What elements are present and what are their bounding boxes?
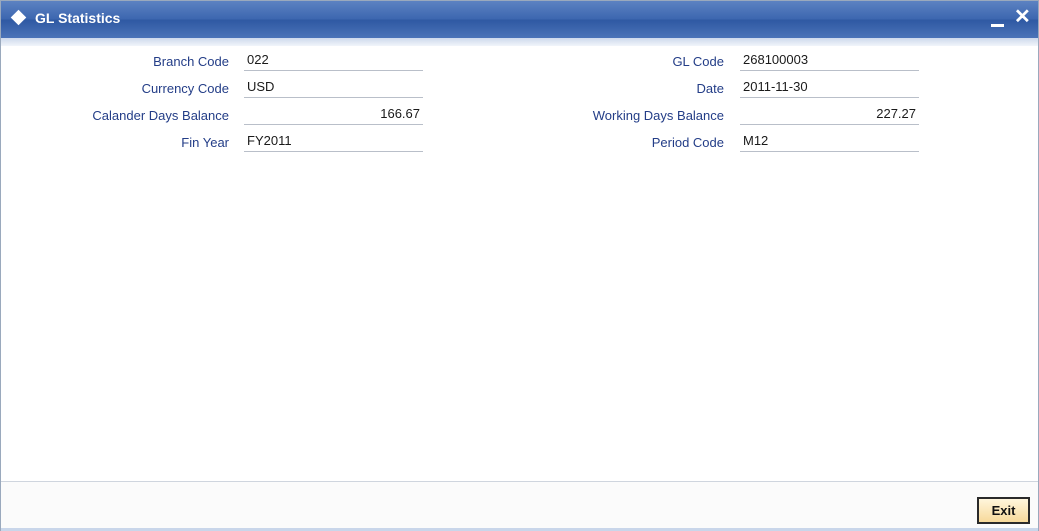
gl-code-label: GL Code — [672, 54, 724, 69]
minimize-button[interactable] — [991, 5, 1005, 29]
gl-statistics-window: GL Statistics ✕ Branch Code 022 Currency… — [0, 0, 1039, 531]
working-days-balance-label: Working Days Balance — [592, 108, 724, 123]
branch-code-label: Branch Code — [153, 54, 229, 69]
calendar-days-balance-label: Calander Days Balance — [92, 108, 229, 123]
working-days-balance-field[interactable]: 227.27 — [740, 105, 919, 125]
window-title: GL Statistics — [35, 10, 121, 26]
diamond-icon — [10, 9, 27, 26]
titlebar-shadow-strip — [1, 38, 1038, 46]
period-code-field[interactable]: M12 — [740, 132, 919, 152]
currency-code-field[interactable]: USD — [244, 78, 423, 98]
gl-code-field[interactable]: 268100003 — [740, 51, 919, 71]
close-button[interactable]: ✕ — [1014, 5, 1031, 29]
calendar-days-balance-field[interactable]: 166.67 — [244, 105, 423, 125]
date-label: Date — [696, 81, 724, 96]
exit-button[interactable]: Exit — [977, 497, 1030, 524]
branch-code-field[interactable]: 022 — [244, 51, 423, 71]
fin-year-field[interactable]: FY2011 — [244, 132, 423, 152]
currency-code-label: Currency Code — [141, 81, 229, 96]
date-field[interactable]: 2011-11-30 — [740, 78, 919, 98]
window-titlebar[interactable]: GL Statistics ✕ — [1, 1, 1038, 38]
minimize-icon — [991, 24, 1004, 27]
fin-year-label: Fin Year — [181, 135, 229, 150]
period-code-label: Period Code — [651, 135, 724, 150]
footer-bar: Exit — [1, 481, 1038, 531]
